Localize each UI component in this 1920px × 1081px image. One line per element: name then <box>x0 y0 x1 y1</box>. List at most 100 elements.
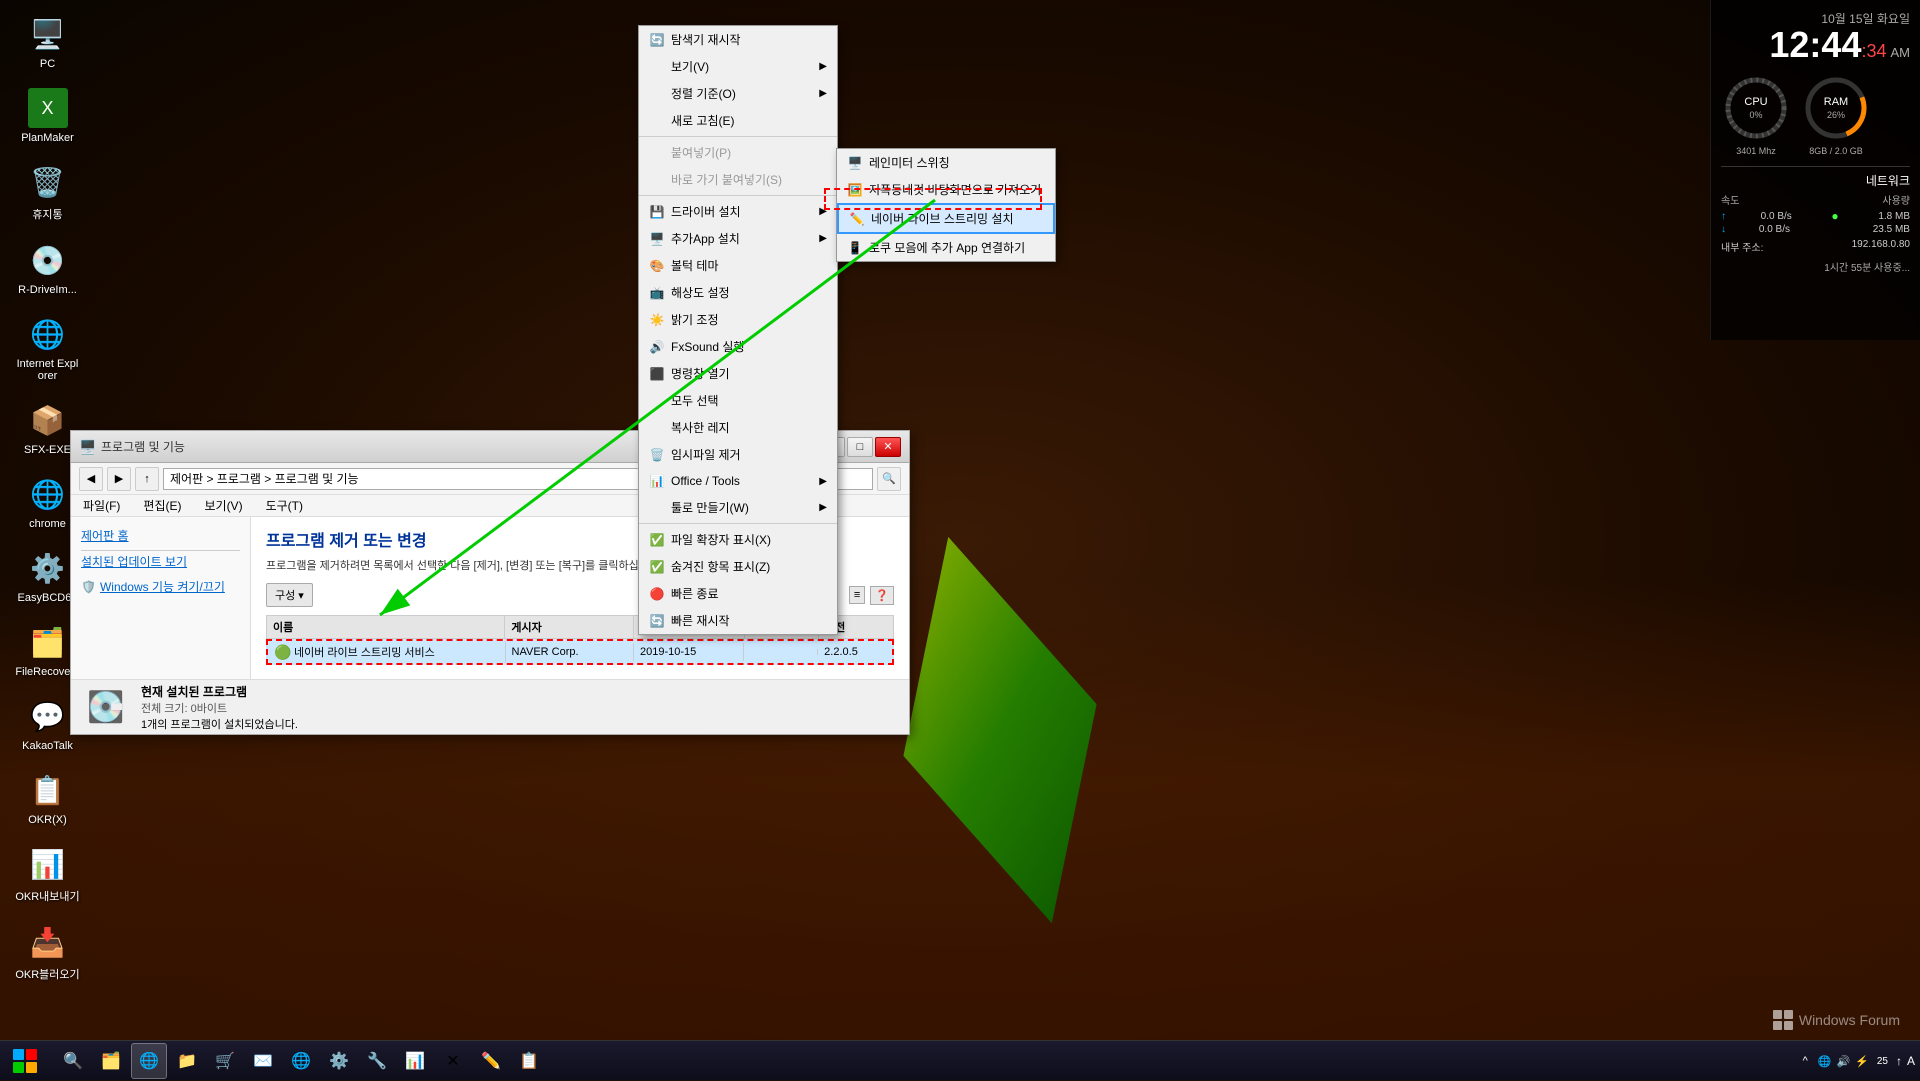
program-list-item[interactable]: 🟢 네이버 라이브 스트리밍 서비스 NAVER Corp. 2019-10-1… <box>266 639 894 665</box>
close-button[interactable]: ✕ <box>875 437 901 457</box>
network-section: 네트워크 속도 사용량 ↑ 0.0 B/s ● 1.8 MB ↓ 0.0 B/s… <box>1721 166 1910 274</box>
naver-install-icon: ✏️ <box>849 211 865 227</box>
submenu-naver-install[interactable]: ✏️ 네이버 라이브 스트리밍 설치 <box>837 203 1055 234</box>
taskbar-mail[interactable]: ✉️ <box>245 1043 281 1079</box>
time-display: 12:44 <box>1769 27 1861 63</box>
office-icon: 📊 <box>649 473 665 489</box>
submenu-remote[interactable]: 🖥️ 레인미터 스위칭 <box>837 149 1055 176</box>
menu-refresh[interactable]: 🔄 탐색기 재시작 <box>639 26 837 53</box>
view-menu[interactable]: 보기(V) <box>200 495 246 516</box>
menu-paste[interactable]: 붙여넣기(P) <box>639 139 837 166</box>
desktop-icon-pc[interactable]: 🖥️ PC <box>10 10 85 74</box>
menu-ext[interactable]: ✅ 파일 확장자 표시(X) <box>639 526 837 553</box>
desktop-icon-planmaker[interactable]: X PlanMaker <box>10 84 85 148</box>
back-button[interactable]: ◀ <box>79 467 103 491</box>
chrome-label: chrome <box>29 518 66 530</box>
menu-brightness[interactable]: ☀️ 밝기 조정 <box>639 306 837 333</box>
submenu-wallpaper[interactable]: 🖼️ 저폭동네것 바탕화면으로 가져오기 <box>837 176 1055 203</box>
usage-time: 1시간 55분 사용중... <box>1721 259 1910 274</box>
address-bar[interactable]: 제어판 > 프로그램 > 프로그램 및 기능 <box>163 468 711 490</box>
desktop-icon-okr[interactable]: 📋 OKR(X) <box>10 766 85 830</box>
forward-button[interactable]: ▶ <box>107 467 131 491</box>
driver-arrow: ▶ <box>819 206 827 217</box>
ie-icon: 🌐 <box>28 314 68 354</box>
pc-icon: 🖥️ <box>28 14 68 54</box>
menu-view[interactable]: 보기(V) ▶ <box>639 53 837 80</box>
menu-driver[interactable]: 💾 드라이버 설치 ▶ <box>639 198 837 225</box>
quickrestart-icon: 🔄 <box>649 613 665 629</box>
menu-brightness-label: 밝기 조정 <box>671 311 719 328</box>
control-panel-link[interactable]: 제어판 홈 <box>81 527 240 544</box>
menu-maketools[interactable]: 툴로 만들기(W) ▶ <box>639 494 837 521</box>
menu-fxsound[interactable]: 🔊 FxSound 실행 <box>639 333 837 360</box>
installed-label: 현재 설치된 프로그램 <box>251 683 298 700</box>
menu-refresh2-label: 새로 고침(E) <box>671 112 735 129</box>
desktop-icon-okr-play[interactable]: 📥 OKR블러오기 <box>10 918 85 986</box>
taskbar-chrome[interactable]: 🌐 <box>283 1043 319 1079</box>
features-link[interactable]: Windows 기능 켜기/끄기 <box>100 578 225 595</box>
menu-refresh2[interactable]: 새로 고침(E) <box>639 107 837 134</box>
chrome-icon: 🌐 <box>28 474 68 514</box>
taskbar-x[interactable]: ✕ <box>435 1043 471 1079</box>
taskbar-app1[interactable]: 📋 <box>511 1043 547 1079</box>
taskbar-tools[interactable]: 🔧 <box>359 1043 395 1079</box>
sfx-icon: 📦 <box>28 400 68 440</box>
update-link[interactable]: 설치된 업데이트 보기 <box>81 553 240 570</box>
menu-quickexit[interactable]: 🔴 빠른 종료 <box>639 580 837 607</box>
menu-resolution[interactable]: 📺 해상도 설정 <box>639 279 837 306</box>
view-toggle-button[interactable]: ≡ <box>849 586 865 604</box>
taskbar-excel[interactable]: 📊 <box>397 1043 433 1079</box>
addapp-icon: 🖥️ <box>649 231 665 247</box>
menu-sort[interactable]: 정렬 기준(O) ▶ <box>639 80 837 107</box>
menu-hidden[interactable]: ✅ 숨겨진 항목 표시(Z) <box>639 553 837 580</box>
taskbar-task-view[interactable]: 🗂️ <box>93 1043 129 1079</box>
program-item-icon: 🟢 <box>274 644 290 660</box>
menu-office[interactable]: 📊 Office / Tools ▶ <box>639 468 837 494</box>
menu-cmd[interactable]: ⬛ 명령창 열기 <box>639 360 837 387</box>
menu-quickrestart[interactable]: 🔄 빠른 재시작 <box>639 607 837 634</box>
bottom-bar: 💽 현재 설치된 프로그램 전체 크기: 0바이트 1개의 프로그램이 설치되었… <box>251 679 909 702</box>
system-tray: ^ 🌐 🔊 ⚡ 25 ↑ A <box>1803 1041 1920 1081</box>
menu-tempfile[interactable]: 🗑️ 임시파일 제거 <box>639 441 837 468</box>
desktop-icon-okr-naver[interactable]: 📊 OKR내보내기 <box>10 840 85 908</box>
taskbar-search[interactable]: 🔍 <box>55 1043 91 1079</box>
maximize-button[interactable]: □ <box>847 437 873 457</box>
cpu-ring-svg: CPU 0% <box>1721 73 1791 143</box>
help-button[interactable]: ❓ <box>870 586 894 605</box>
submenu-rocu[interactable]: 📱 로쿠 모음에 추가 App 연결하기 <box>837 234 1055 261</box>
menu-view-label: 보기(V) <box>671 58 709 75</box>
recycle-icon: 🗑️ <box>28 162 68 202</box>
taskbar-edit[interactable]: ✏️ <box>473 1043 509 1079</box>
taskbar-folder[interactable]: 📁 <box>169 1043 205 1079</box>
taskbar-store[interactable]: 🛒 <box>207 1043 243 1079</box>
tools-menu[interactable]: 도구(T) <box>262 495 307 516</box>
submenu-rocu-label: 로쿠 모음에 추가 App 연결하기 <box>869 239 1025 256</box>
menu-all[interactable]: 모두 선택 <box>639 387 837 414</box>
menu-paste-shortcut[interactable]: 바로 가기 붙여넣기(S) <box>639 166 837 193</box>
program-date-cell: 2019-10-15 <box>634 643 744 661</box>
menu-copy[interactable]: 복사한 레지 <box>639 414 837 441</box>
ampm-display: AM <box>1891 45 1911 60</box>
tray-notification[interactable]: ^ <box>1803 1055 1808 1067</box>
up-button[interactable]: ↑ <box>135 467 159 491</box>
svg-text:0%: 0% <box>1749 110 1762 120</box>
upload-usage: 1.8 MB <box>1878 211 1910 222</box>
desktop-icon-recycle[interactable]: 🗑️ 휴지통 <box>10 158 85 226</box>
office-arrow: ▶ <box>819 476 827 487</box>
desktop-icon-rdrive[interactable]: 💿 R-DriveIm... <box>10 236 85 300</box>
taskbar-ie[interactable]: 🌐 <box>131 1043 167 1079</box>
taskbar-settings[interactable]: ⚙️ <box>321 1043 357 1079</box>
edit-menu[interactable]: 편집(E) <box>139 495 185 516</box>
organize-button[interactable]: 구성 ▾ <box>266 583 313 607</box>
start-button[interactable] <box>0 1041 50 1081</box>
menu-addapp[interactable]: 🖥️ 추가App 설치 ▶ <box>639 225 837 252</box>
menu-wallpaper[interactable]: 🎨 볼턱 테마 <box>639 252 837 279</box>
col-name-header: 이름 <box>267 616 505 638</box>
file-menu[interactable]: 파일(F) <box>79 495 124 516</box>
desktop-icon-ie[interactable]: 🌐 Internet Explorer <box>10 310 85 386</box>
sort-arrow: ▶ <box>819 88 827 99</box>
search-button[interactable]: 🔍 <box>877 467 901 491</box>
menu-paste-shortcut-label: 바로 가기 붙여넣기(S) <box>671 171 782 188</box>
upload-speed: 0.0 B/s <box>1761 211 1792 222</box>
tray-battery-icon: ⚡ <box>1855 1055 1869 1068</box>
